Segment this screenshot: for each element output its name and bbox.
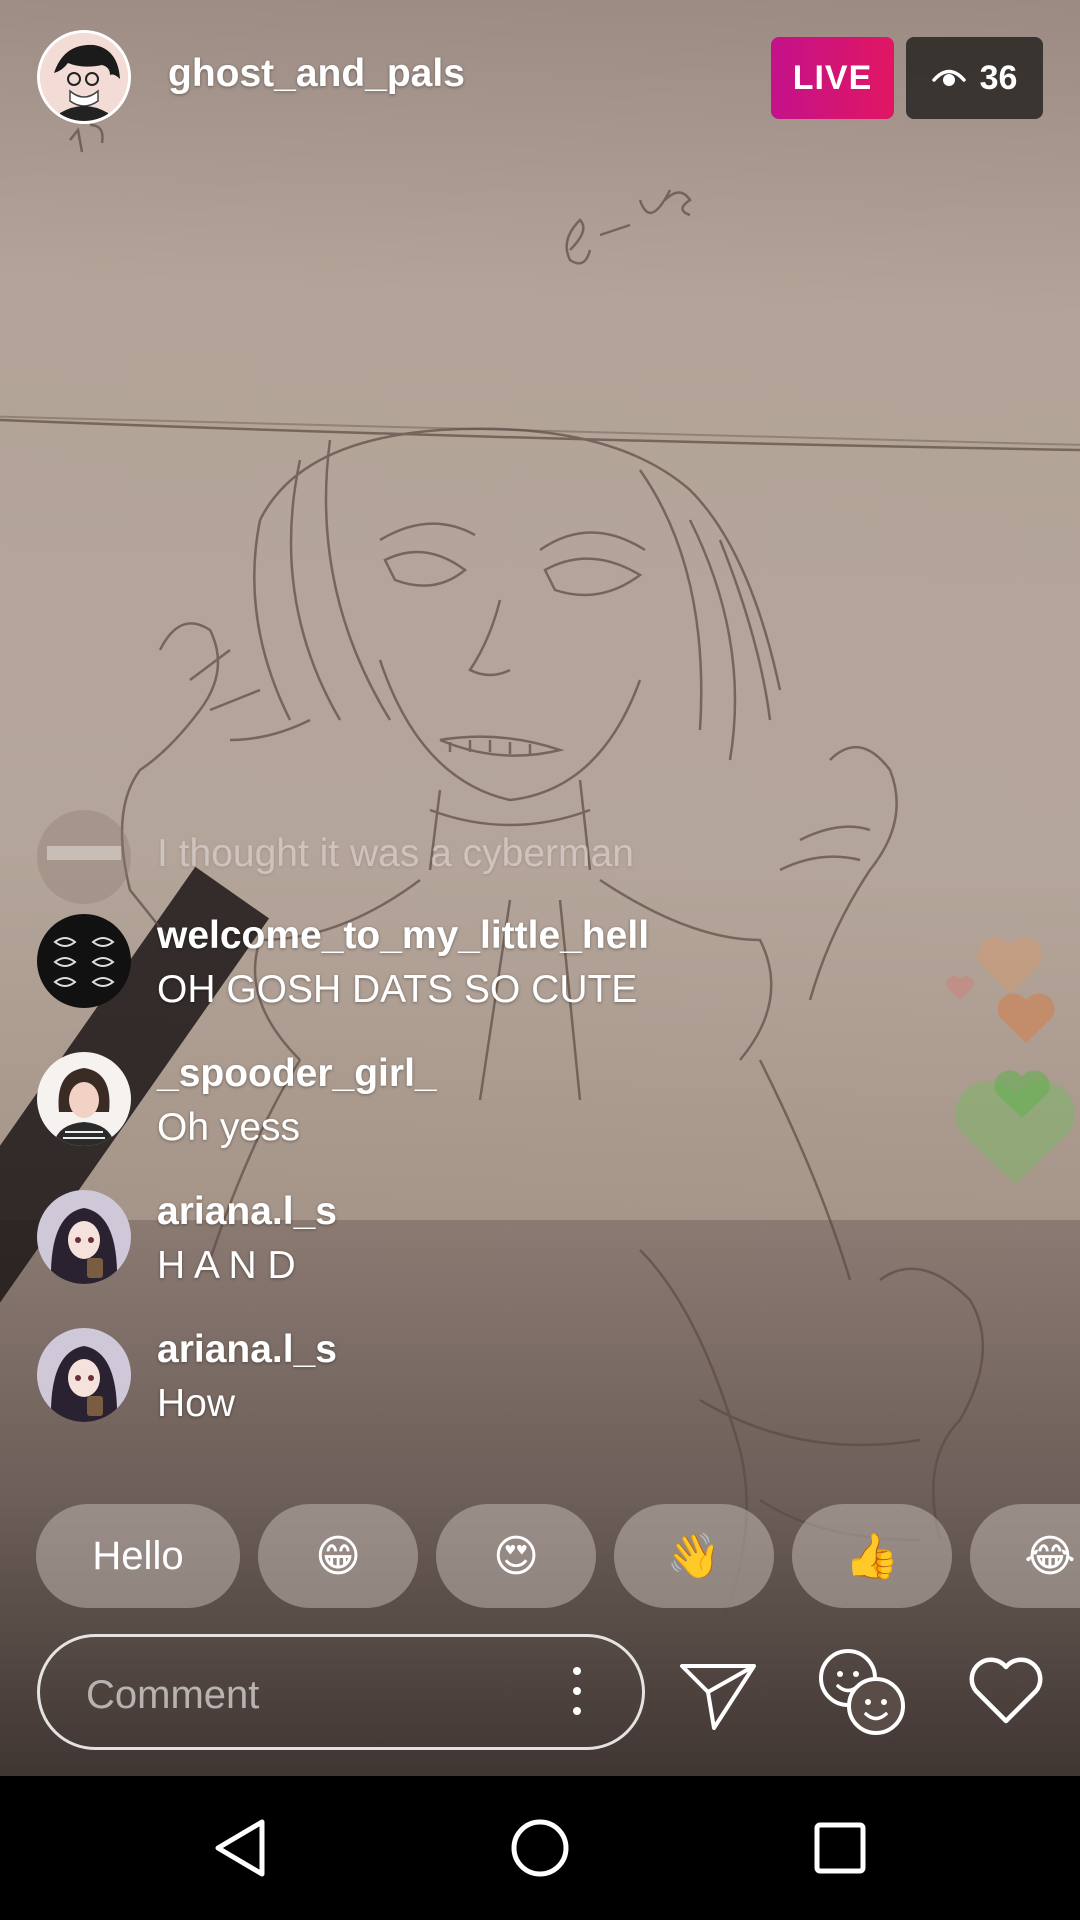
nav-recents-button[interactable] <box>760 1776 920 1920</box>
comment-input[interactable]: Comment <box>37 1634 645 1750</box>
request-to-join-button[interactable] <box>812 1642 912 1747</box>
quick-reply-hello[interactable]: Hello <box>36 1504 240 1608</box>
eye-icon <box>931 59 966 98</box>
live-header: ghost_and_pals LIVE 36 <box>0 0 1080 160</box>
send-button[interactable] <box>676 1652 760 1741</box>
system-navigation-bar <box>0 1776 1080 1920</box>
paper-plane-icon <box>680 1664 756 1730</box>
commenter-avatar[interactable] <box>37 1190 131 1284</box>
quick-replies-bar: Hello 😁 😍 👋 👍 😂 <box>0 1504 1080 1608</box>
floating-heart-icon <box>946 976 974 1000</box>
host-avatar[interactable] <box>37 30 131 124</box>
recents-square-icon <box>814 1822 866 1874</box>
comment-username[interactable]: ariana.l_s <box>157 1190 337 1234</box>
comment-username[interactable]: welcome_to_my_little_hell <box>157 914 649 958</box>
heart-icon <box>969 1657 1043 1724</box>
comment-text: How <box>157 1382 236 1425</box>
comment-username[interactable]: _spooder_girl_ <box>157 1052 437 1096</box>
nav-home-button[interactable] <box>460 1776 620 1920</box>
comment-item: I thought it was a cyberman <box>37 810 937 920</box>
home-circle-icon <box>511 1819 569 1877</box>
wave-emoji: 👋 <box>666 1532 722 1581</box>
heart-eyes-emoji: 😍 <box>493 1531 539 1581</box>
floating-heart-icon <box>977 937 1043 993</box>
comment-text: Oh yess <box>157 1106 301 1149</box>
quick-reply-wave[interactable]: 👋 <box>614 1504 774 1608</box>
host-avatar-image <box>40 33 128 121</box>
quick-reply-joy[interactable]: 😂 <box>970 1504 1080 1608</box>
viewer-count-badge[interactable]: 36 <box>906 37 1043 119</box>
comment-text: H A N D <box>157 1244 296 1287</box>
commenter-avatar[interactable] <box>37 914 131 1008</box>
floating-heart-icon <box>997 993 1055 1043</box>
comment-item: ariana.l_s How <box>37 1328 937 1438</box>
quick-reply-heart-eyes[interactable]: 😍 <box>436 1504 596 1608</box>
comment-text: OH GOSH DATS SO CUTE <box>157 968 638 1011</box>
live-badge: LIVE <box>771 37 894 119</box>
host-username[interactable]: ghost_and_pals <box>168 52 465 96</box>
nav-back-button[interactable] <box>160 1776 320 1920</box>
like-button[interactable] <box>966 1655 1046 1732</box>
comment-item: _spooder_girl_ Oh yess <box>37 1052 937 1162</box>
commenter-avatar[interactable] <box>37 1052 131 1146</box>
comment-placeholder: Comment <box>86 1673 260 1717</box>
quick-reply-grin[interactable]: 😁 <box>258 1504 418 1608</box>
kebab-icon[interactable] <box>570 1667 584 1723</box>
grin-emoji: 😁 <box>315 1531 361 1581</box>
commenter-avatar[interactable] <box>37 1328 131 1422</box>
quick-reply-thumbs-up[interactable]: 👍 <box>792 1504 952 1608</box>
back-triangle-icon <box>215 1819 265 1877</box>
joy-emoji: 😂 <box>1024 1531 1076 1581</box>
comment-username[interactable]: ariana.l_s <box>157 1328 337 1372</box>
viewer-count: 36 <box>979 58 1018 97</box>
commenter-avatar[interactable] <box>37 810 131 904</box>
floating-heart-icon <box>994 1070 1050 1118</box>
comment-item: welcome_to_my_little_hell OH GOSH DATS S… <box>37 914 937 1024</box>
two-faces-icon <box>819 1649 905 1735</box>
comment-text: I thought it was a cyberman <box>157 832 634 875</box>
thumbs-up-emoji: 👍 <box>844 1532 900 1581</box>
comment-item: ariana.l_s H A N D <box>37 1190 937 1300</box>
